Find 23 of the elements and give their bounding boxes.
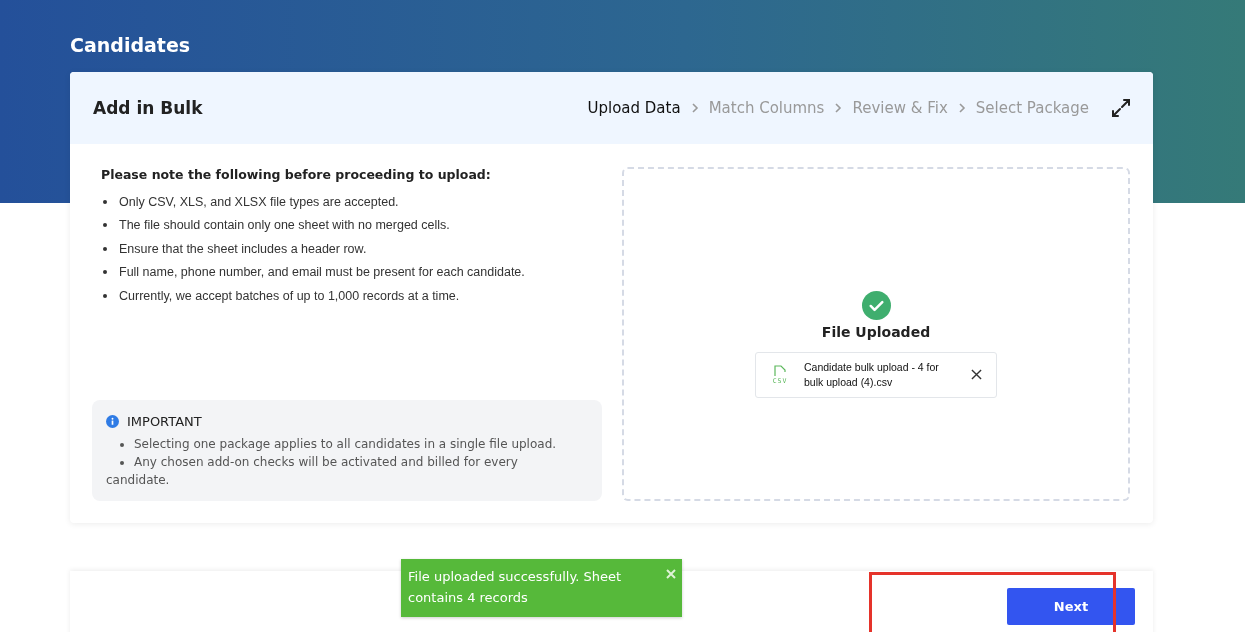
note-item: Full name, phone number, and email must be present for each candidate.: [119, 264, 525, 281]
expand-icon[interactable]: [1111, 98, 1131, 118]
step-tab[interactable]: Upload Data: [587, 99, 681, 117]
info-icon: [106, 415, 119, 428]
toast-message: File uploaded successfully. Sheet contains 4 records: [408, 568, 623, 607]
page-title: Candidates: [70, 34, 192, 56]
chevron-icon: [957, 103, 966, 113]
important-item: Any chosen add-on checks will be activated and billed for every candidate.: [106, 454, 519, 489]
card-title: Add in Bulk: [93, 98, 203, 118]
note-item: Only CSV, XLS, and XLSX file types are accepted.: [119, 193, 399, 210]
next-button[interactable]: Next: [1007, 588, 1135, 625]
notes-heading: Please note the following before proceeding to upload:: [101, 167, 492, 182]
file-name: Candidate bulk upload - 4 for bulk upload (4).csv: [804, 359, 940, 390]
important-title: IMPORTANT: [127, 414, 202, 429]
upload-status: File Uploaded: [821, 323, 931, 340]
important-item: Selecting one package applies to all candidates in a single file upload.: [106, 435, 562, 453]
chevron-icon: [834, 103, 843, 113]
note-item: Ensure that the sheet includes a header row.: [119, 240, 367, 257]
note-item: The file should contain only one sheet with no merged cells.: [119, 217, 450, 234]
note-item: Currently, we accept batches of up to 1,000 records at a time.: [119, 287, 460, 304]
chevron-icon: [690, 103, 699, 113]
check-circle-icon: [861, 290, 891, 320]
close-icon[interactable]: [971, 369, 982, 380]
